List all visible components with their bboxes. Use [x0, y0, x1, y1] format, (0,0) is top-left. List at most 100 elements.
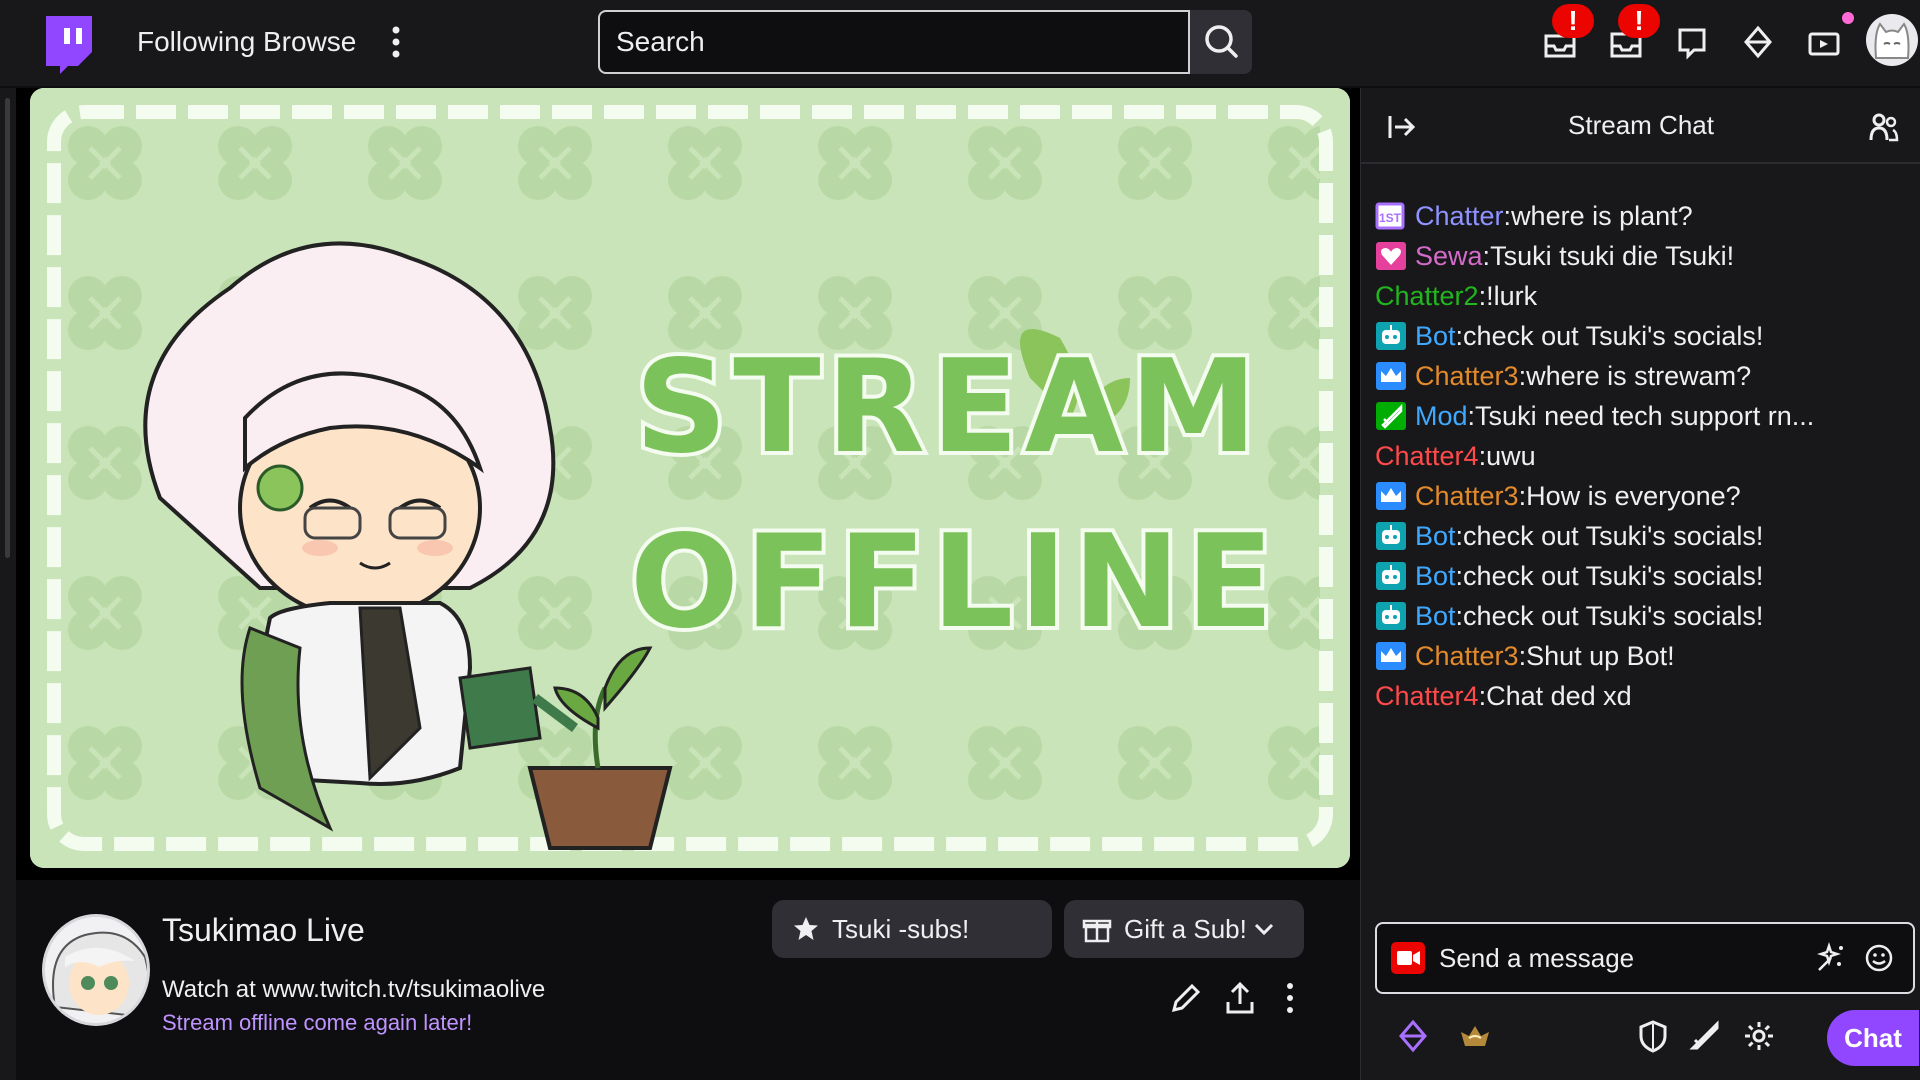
channel-name[interactable]: Tsukimao Live [162, 912, 365, 949]
crown-badge-icon[interactable] [1375, 480, 1409, 512]
chat-separator: : [1455, 600, 1464, 631]
chat-message-text: Chat ded xd [1486, 680, 1632, 711]
chat-message: Sewa: Tsuki tsuki die Tsuki! [1375, 236, 1915, 276]
chevron-down-icon [1254, 923, 1273, 936]
channel-avatar[interactable] [42, 914, 150, 1026]
user-avatar[interactable] [1866, 14, 1918, 66]
nav-following[interactable]: Following [137, 26, 255, 58]
settings-gear-icon[interactable] [1741, 1018, 1777, 1054]
gift-sub-label: Gift a Sub! [1124, 913, 1247, 944]
chat-separator: : [1518, 480, 1527, 511]
channel-points-icon[interactable] [1457, 1018, 1493, 1054]
chat-separator: : [1467, 400, 1476, 431]
prime-diamond-icon[interactable] [1395, 1018, 1431, 1054]
video-player[interactable]: STREAM OFFLINE [16, 88, 1360, 880]
chat-message-input[interactable] [1439, 924, 1799, 992]
crown-badge-icon[interactable] [1375, 640, 1409, 672]
notification-badge: ! [1618, 4, 1660, 38]
channel-info: Tsukimao Live Watch at www.twitch.tv/tsu… [16, 880, 1360, 1080]
bot-badge-icon[interactable] [1375, 560, 1409, 592]
emote-picker-icon[interactable] [1863, 942, 1895, 974]
chat-message: Chatter2: !lurk [1375, 276, 1915, 316]
chat-messages: 1ST Chatter: where is plant? Sewa: Tsuki t… [1375, 196, 1915, 716]
chat-message-text: where is strewam? [1526, 360, 1752, 391]
chat-message: Bot: check out Tsuki's socials! [1375, 596, 1915, 636]
gift-sub-button[interactable]: Gift a Sub! [1064, 900, 1304, 958]
chat-username[interactable]: Chatter3 [1415, 481, 1519, 512]
chat-separator: : [1518, 640, 1527, 671]
chat-separator: : [1478, 440, 1487, 471]
chat-message: Chatter4: uwu [1375, 436, 1915, 476]
notification-badge: ! [1552, 4, 1594, 38]
chat-message: Chatter4: Chat ded xd [1375, 676, 1915, 716]
more-options-icon[interactable] [386, 24, 406, 60]
chat-separator: : [1455, 520, 1464, 551]
sword-badge-icon[interactable] [1375, 400, 1409, 432]
chat-message: Bot: check out Tsuki's socials! [1375, 556, 1915, 596]
prime-crown-icon[interactable] [1738, 22, 1778, 62]
chat-header: Stream Chat [1361, 88, 1920, 164]
stream-title: Watch at www.twitch.tv/tsukimaolive [162, 976, 546, 1003]
mod-shield-icon[interactable] [1635, 1018, 1671, 1054]
top-nav: Following Browse ! ! [0, 0, 1920, 88]
stream-category[interactable]: Stream offline come again later! [162, 1010, 472, 1036]
chat-input-box[interactable] [1375, 922, 1915, 994]
chat-username[interactable]: Chatter3 [1415, 641, 1519, 672]
scrollbar-thumb[interactable] [5, 98, 10, 558]
chat-message-text: check out Tsuki's socials! [1463, 600, 1764, 631]
chat-separator: : [1478, 680, 1487, 711]
chat-separator: : [1482, 240, 1491, 271]
share-icon[interactable] [1222, 980, 1258, 1016]
search-button[interactable] [1190, 10, 1252, 74]
chat-username[interactable]: Bot [1415, 321, 1456, 352]
chat-message-text: check out Tsuki's socials! [1463, 320, 1764, 351]
subscribe-button[interactable]: Tsuki -subs! [772, 900, 1052, 958]
bot-badge-icon[interactable] [1375, 520, 1409, 552]
search-input[interactable] [600, 12, 1188, 72]
bits-sparkle-icon[interactable] [1815, 942, 1847, 974]
chat-username[interactable]: Bot [1415, 561, 1456, 592]
video-record-icon[interactable] [1391, 942, 1425, 974]
chat-message-text: Tsuki need tech support rn... [1475, 400, 1815, 431]
crown-badge-icon[interactable] [1375, 360, 1409, 392]
chat-message-text: Shut up Bot! [1526, 640, 1675, 671]
chat-username[interactable]: Bot [1415, 601, 1456, 632]
bot-badge-icon[interactable] [1375, 600, 1409, 632]
cat-avatar-icon [1874, 22, 1910, 59]
search-bar[interactable] [598, 10, 1190, 74]
sword-icon[interactable] [1687, 1018, 1723, 1054]
chat-message-text: How is everyone? [1526, 480, 1741, 511]
chat-message-text: !lurk [1486, 280, 1538, 311]
nav-browse[interactable]: Browse [263, 26, 356, 58]
chat-username[interactable]: Chatter4 [1375, 681, 1479, 712]
chat-message: Bot: check out Tsuki's socials! [1375, 516, 1915, 556]
drops-icon[interactable] [1804, 22, 1844, 62]
chat-panel: Stream Chat 1ST Chatter: where is plant? S… [1360, 88, 1920, 1080]
new-dot [1842, 12, 1854, 24]
chat-username[interactable]: Chatter4 [1375, 441, 1479, 472]
chat-separator: : [1503, 200, 1512, 231]
chat-message: 1ST Chatter: where is plant? [1375, 196, 1915, 236]
chat-username[interactable]: Mod [1415, 401, 1468, 432]
edit-pencil-icon[interactable] [1168, 980, 1204, 1016]
first-msg-badge-icon[interactable]: 1ST [1375, 200, 1409, 232]
offline-banner: STREAM OFFLINE [30, 88, 1350, 868]
send-chat-button[interactable]: Chat [1827, 1010, 1919, 1066]
twitch-logo-icon[interactable] [38, 12, 98, 74]
chat-title: Stream Chat [1568, 110, 1714, 140]
heart-badge-icon[interactable] [1375, 240, 1409, 272]
chat-message: Chatter3: Shut up Bot! [1375, 636, 1915, 676]
chat-username[interactable]: Chatter [1415, 201, 1504, 232]
chat-separator: : [1518, 360, 1527, 391]
bot-badge-icon[interactable] [1375, 320, 1409, 352]
chat-username[interactable]: Chatter2 [1375, 281, 1479, 312]
chat-username[interactable]: Bot [1415, 521, 1456, 552]
chat-message: Chatter3: How is everyone? [1375, 476, 1915, 516]
star-icon [794, 917, 818, 940]
chat-username[interactable]: Chatter3 [1415, 361, 1519, 392]
community-icon[interactable] [1867, 110, 1901, 144]
chat-separator: : [1455, 560, 1464, 591]
more-options-icon[interactable] [1272, 980, 1308, 1016]
chat-username[interactable]: Sewa [1415, 241, 1483, 272]
whispers-icon[interactable] [1672, 22, 1712, 62]
